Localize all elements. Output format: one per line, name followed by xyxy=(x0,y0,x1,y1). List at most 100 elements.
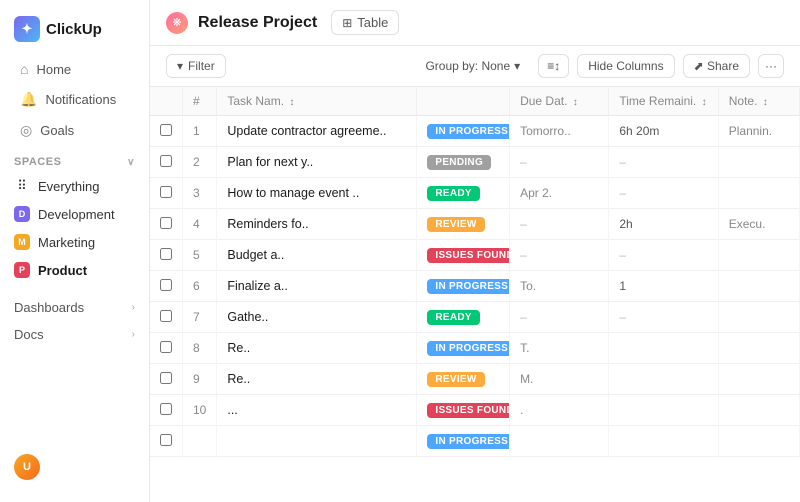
table-row[interactable]: 8Re..IN PROGRESST. xyxy=(150,333,800,364)
sidebar-nav-home-label: Home xyxy=(36,62,71,77)
user-avatar-area[interactable]: U xyxy=(0,444,149,490)
sidebar-nav-home[interactable]: ⌂ Home xyxy=(6,55,143,83)
hide-columns-button[interactable]: Hide Columns xyxy=(577,54,674,78)
table-row[interactable]: 3How to manage event ..READYApr 2.– xyxy=(150,178,800,209)
group-by-chevron: ▾ xyxy=(514,59,520,73)
row-task-name[interactable]: How to manage event .. xyxy=(217,178,417,209)
status-badge[interactable]: IN PROGRESS xyxy=(427,124,509,139)
table-row[interactable]: 6Finalize a..IN PROGRESSTo.1 xyxy=(150,271,800,302)
row-checkbox[interactable] xyxy=(160,403,172,415)
col-task-name[interactable]: Task Nam. ↕ xyxy=(217,87,417,116)
table-view-tab[interactable]: ⊞ Table xyxy=(331,10,399,35)
app-logo: ✦ ClickUp xyxy=(0,12,149,54)
sidebar-nav-notifications[interactable]: 🔔 Notifications xyxy=(6,85,143,114)
col-notes[interactable]: Note. ↕ xyxy=(718,87,799,116)
row-number: 9 xyxy=(183,364,217,395)
row-checkbox[interactable] xyxy=(160,279,172,291)
row-checkbox[interactable] xyxy=(160,155,172,167)
row-notes xyxy=(718,364,799,395)
row-checkbox-cell xyxy=(150,426,183,457)
row-task-name[interactable]: Plan for next y.. xyxy=(217,147,417,178)
row-task-name[interactable] xyxy=(217,426,417,457)
row-status[interactable]: IN PROGRESS xyxy=(417,271,510,302)
row-status[interactable]: IN PROGRESS xyxy=(417,333,510,364)
row-due-date: M. xyxy=(510,364,609,395)
row-status[interactable]: READY xyxy=(417,302,510,333)
table-row[interactable]: IN PROGRESS xyxy=(150,426,800,457)
row-checkbox-cell xyxy=(150,209,183,240)
table-row[interactable]: 9Re.. REVIEW M. xyxy=(150,364,800,395)
sidebar-space-everything[interactable]: ⠿ Everything xyxy=(0,173,149,199)
marketing-dot: M xyxy=(14,234,30,250)
dashboards-chevron: › xyxy=(132,302,135,313)
table-row[interactable]: 2Plan for next y..PENDING–– xyxy=(150,147,800,178)
sidebar-nav-goals-label: Goals xyxy=(40,123,74,138)
table-row[interactable]: 4Reminders fo..REVIEW–2hExecu. xyxy=(150,209,800,240)
row-task-name[interactable]: Budget a.. xyxy=(217,240,417,271)
status-badge[interactable]: READY xyxy=(427,186,480,201)
row-status[interactable]: REVIEW xyxy=(417,209,510,240)
row-task-name[interactable]: Re.. xyxy=(217,364,417,395)
table-row[interactable]: 7Gathe..READY–– xyxy=(150,302,800,333)
sidebar-space-development[interactable]: D Development xyxy=(0,201,149,227)
status-badge[interactable]: PENDING xyxy=(427,155,491,170)
group-by-button[interactable]: Group by: None ▾ xyxy=(415,55,530,77)
status-badge[interactable]: IN PROGRESS xyxy=(427,434,509,449)
main-content: ❋ Release Project ⊞ Table ▾ Filter Group… xyxy=(150,0,800,502)
row-task-name[interactable]: Gathe.. xyxy=(217,302,417,333)
row-checkbox[interactable] xyxy=(160,186,172,198)
col-checkbox xyxy=(150,87,183,116)
table-header-row: # Task Nam. ↕ Due Dat. ↕ Time Remaini. ↕ xyxy=(150,87,800,116)
row-status[interactable]: PENDING xyxy=(417,147,510,178)
row-due-date xyxy=(510,426,609,457)
row-checkbox[interactable] xyxy=(160,310,172,322)
sidebar-dashboards[interactable]: Dashboards › xyxy=(0,294,149,321)
filter-button[interactable]: ▾ Filter xyxy=(166,54,226,78)
row-status[interactable]: READY xyxy=(417,178,510,209)
status-badge[interactable]: IN PROGRESS xyxy=(427,279,509,294)
row-checkbox[interactable] xyxy=(160,248,172,260)
sidebar-nav-goals[interactable]: ◎ Goals xyxy=(6,116,143,145)
row-task-name[interactable]: Update contractor agreeme.. xyxy=(217,116,417,147)
table-row[interactable]: 5Budget a..ISSUES FOUND–– xyxy=(150,240,800,271)
status-badge[interactable]: REVIEW xyxy=(427,217,484,232)
row-status[interactable]: REVIEW xyxy=(417,364,510,395)
row-status[interactable]: ISSUES FOUND xyxy=(417,395,510,426)
sort-button[interactable]: ≡↕ xyxy=(538,54,569,78)
row-task-name[interactable]: ... xyxy=(217,395,417,426)
sidebar-space-product[interactable]: P Product xyxy=(0,257,149,283)
sidebar-docs[interactable]: Docs › xyxy=(0,321,149,348)
status-badge[interactable]: REVIEW xyxy=(427,372,484,387)
row-due-date: T. xyxy=(510,333,609,364)
row-status[interactable]: IN PROGRESS xyxy=(417,116,510,147)
row-task-name[interactable]: Re.. xyxy=(217,333,417,364)
row-checkbox[interactable] xyxy=(160,372,172,384)
spaces-collapse-icon[interactable]: ∨ xyxy=(127,157,135,168)
status-badge[interactable]: IN PROGRESS xyxy=(427,341,509,356)
table-body: 1Update contractor agreeme..IN PROGRESST… xyxy=(150,116,800,457)
share-button[interactable]: ⬈ Share xyxy=(683,54,750,78)
sidebar-space-marketing[interactable]: M Marketing xyxy=(0,229,149,255)
more-options-button[interactable]: ··· xyxy=(758,54,784,78)
col-num: # xyxy=(183,87,217,116)
col-due-date[interactable]: Due Dat. ↕ xyxy=(510,87,609,116)
row-status[interactable]: IN PROGRESS xyxy=(417,426,510,457)
table-row[interactable]: 1Update contractor agreeme..IN PROGRESST… xyxy=(150,116,800,147)
status-badge[interactable]: READY xyxy=(427,310,480,325)
status-badge[interactable]: ISSUES FOUND xyxy=(427,403,509,418)
row-checkbox[interactable] xyxy=(160,124,172,136)
row-notes: Execu. xyxy=(718,209,799,240)
row-checkbox[interactable] xyxy=(160,434,172,446)
row-checkbox[interactable] xyxy=(160,341,172,353)
status-badge[interactable]: ISSUES FOUND xyxy=(427,248,509,263)
row-task-name[interactable]: Finalize a.. xyxy=(217,271,417,302)
row-notes xyxy=(718,240,799,271)
row-status[interactable]: ISSUES FOUND xyxy=(417,240,510,271)
row-notes xyxy=(718,302,799,333)
row-checkbox-cell xyxy=(150,302,183,333)
col-time-remaining[interactable]: Time Remaini. ↕ xyxy=(609,87,718,116)
table-row[interactable]: 10...ISSUES FOUND. xyxy=(150,395,800,426)
row-number: 1 xyxy=(183,116,217,147)
row-task-name[interactable]: Reminders fo.. xyxy=(217,209,417,240)
row-checkbox[interactable] xyxy=(160,217,172,229)
